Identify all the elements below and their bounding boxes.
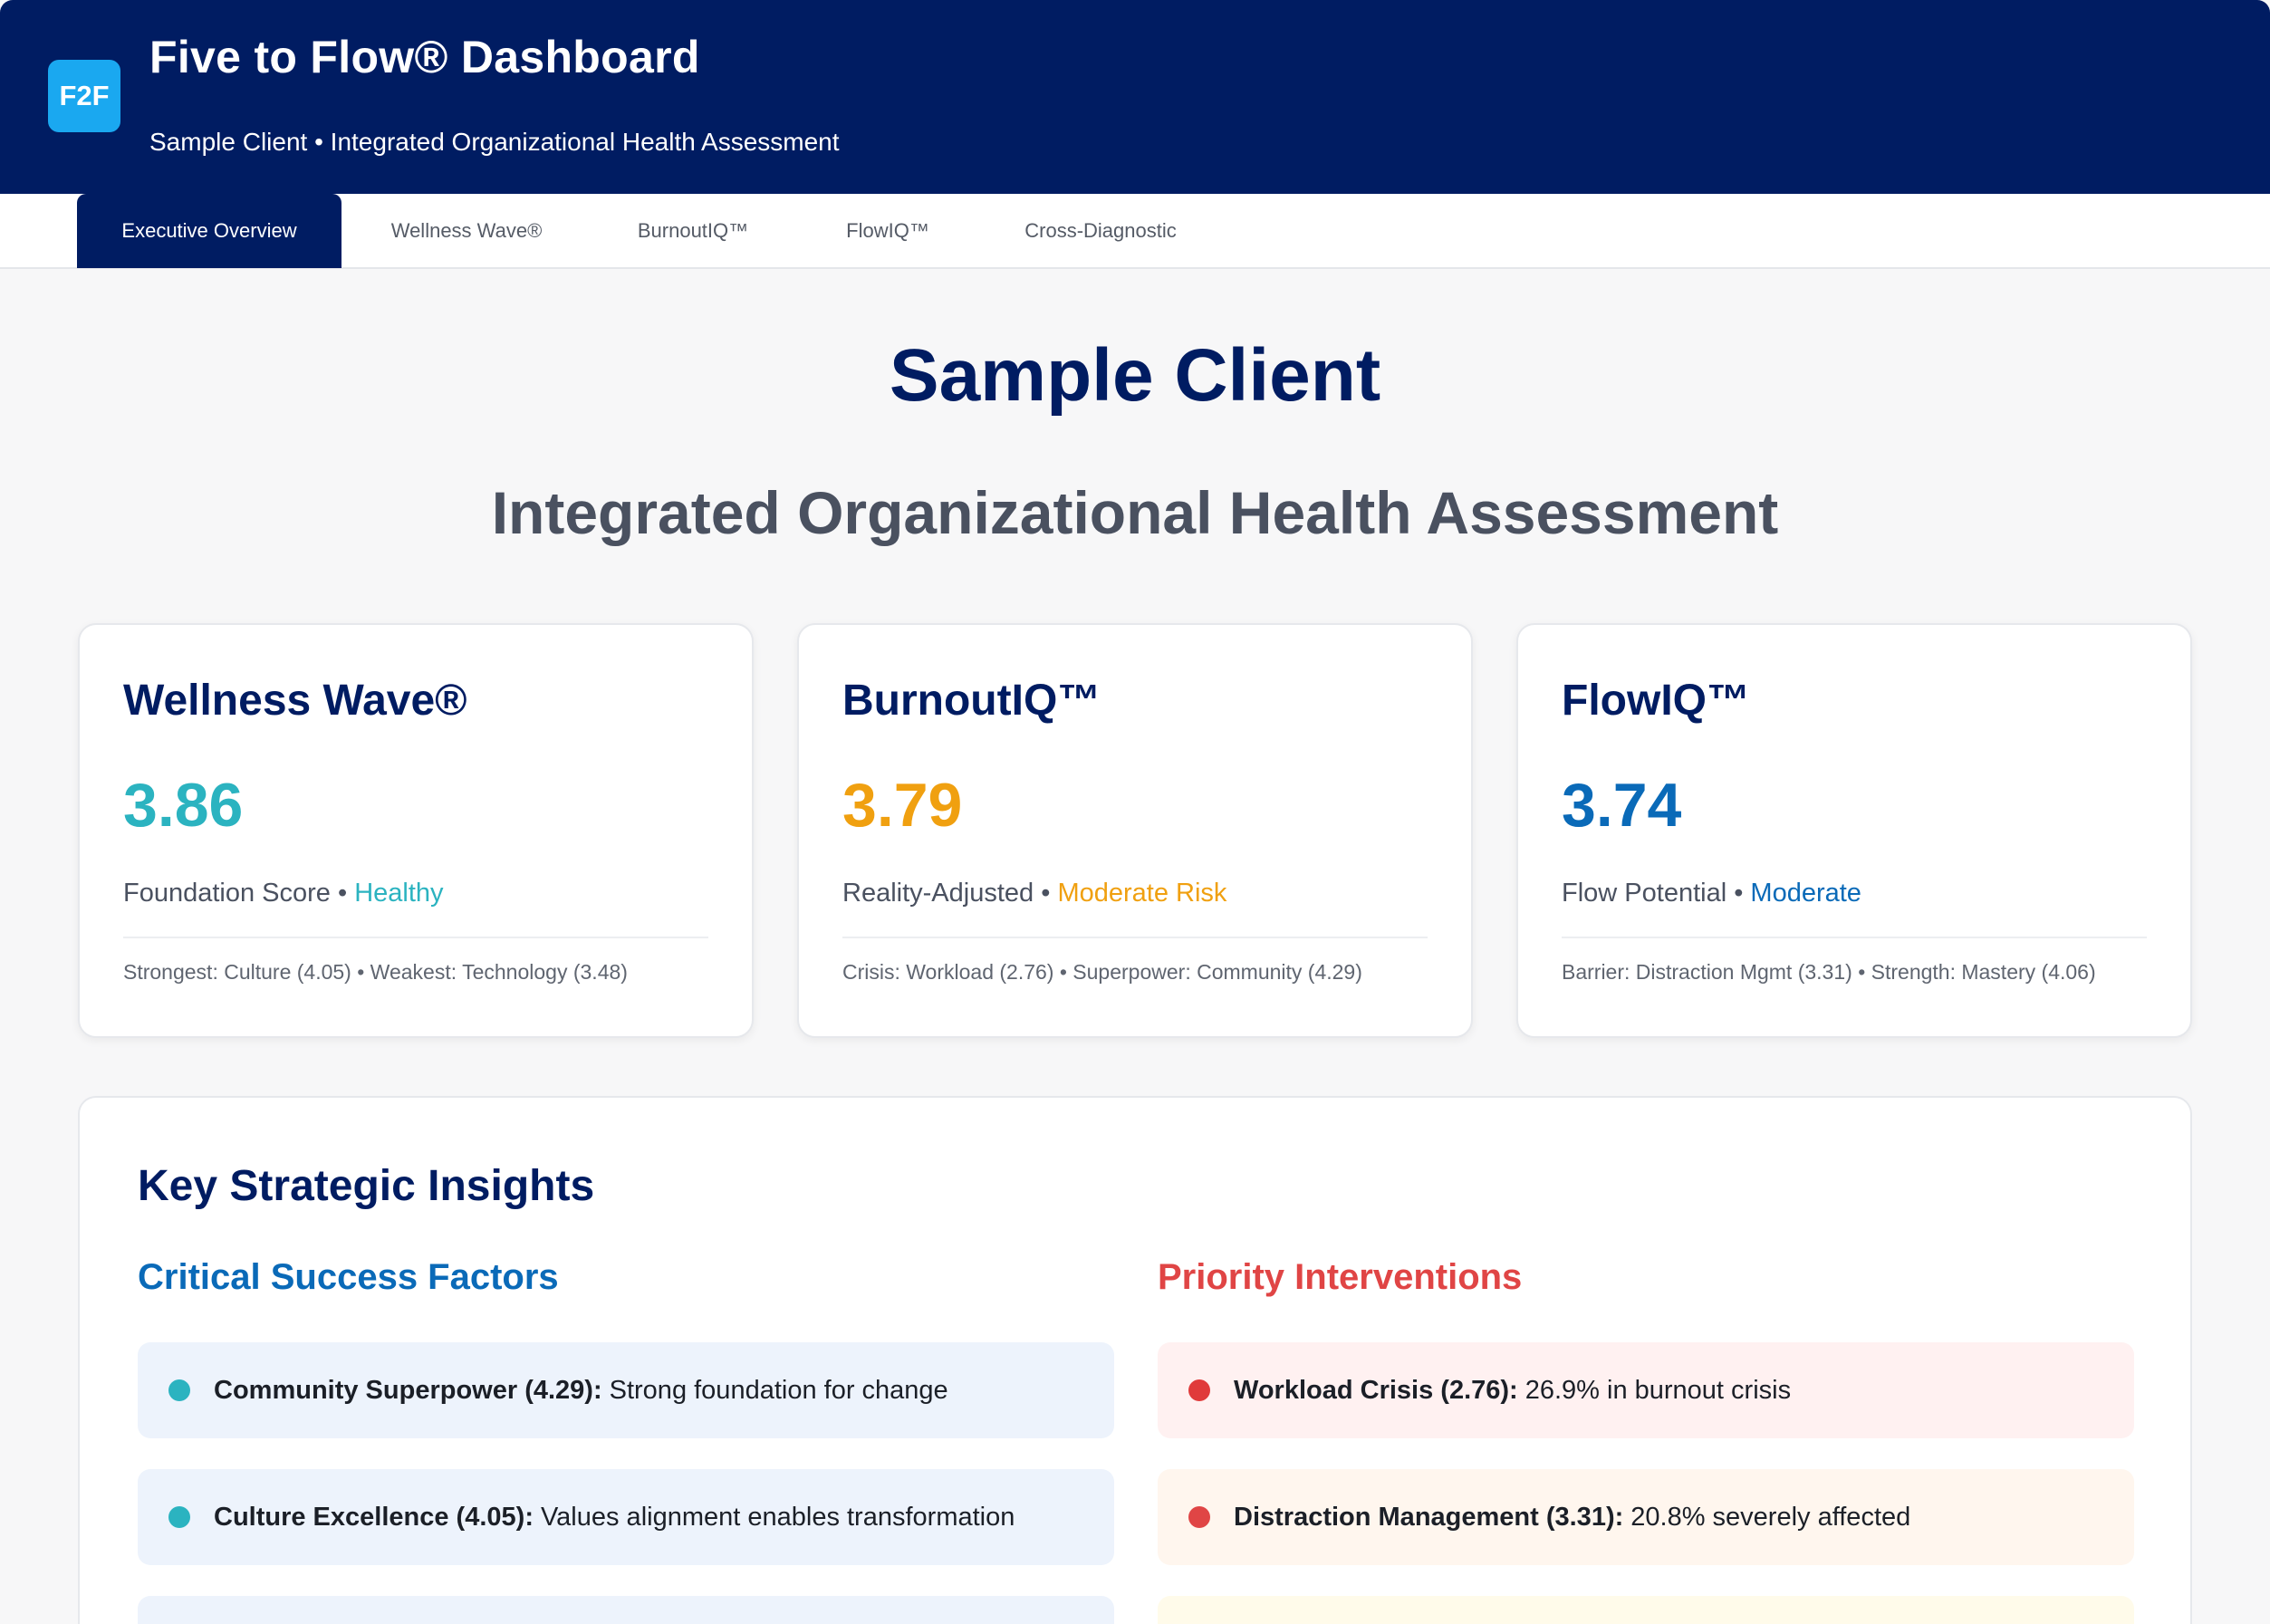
card-divider: [1562, 937, 2147, 938]
bullet-dot-icon: [1188, 1506, 1210, 1528]
tab-executive-overview[interactable]: Executive Overview: [77, 194, 341, 268]
status-value: Moderate Risk: [1057, 879, 1227, 908]
status-label: Flow Potential •: [1562, 879, 1744, 908]
tab-cross-diagnostic[interactable]: Cross-Diagnostic: [996, 194, 1205, 268]
app-subtitle: Sample Client • Integrated Organizationa…: [149, 128, 840, 156]
bullet-dot-icon: [168, 1506, 190, 1528]
assessment-title: Integrated Organizational Health Assessm…: [491, 479, 1779, 546]
insight-label: Workload Crisis (2.76):: [1234, 1375, 1518, 1405]
insight-label: Culture Excellence (4.05):: [214, 1502, 534, 1532]
card-status: Reality-Adjusted • Moderate Risk: [842, 879, 1226, 908]
card-divider: [123, 937, 708, 938]
insight-text: 26.9% in burnout crisis: [1525, 1375, 1792, 1405]
list-item: Distraction Management (3.31): 20.8% sev…: [1158, 1469, 2134, 1565]
burnoutiq-card: BurnoutIQ™ 3.79 Reality-Adjusted • Moder…: [797, 623, 1473, 1038]
dashboard-app: F2F Five to Flow® Dashboard Sample Clien…: [0, 0, 2270, 1624]
bullet-dot-icon: [168, 1379, 190, 1401]
f2f-logo: F2F: [48, 60, 120, 132]
app-title: Five to Flow® Dashboard: [149, 32, 700, 82]
flowiq-card: FlowIQ™ 3.74 Flow Potential • Moderate B…: [1516, 623, 2192, 1038]
insight-label: Distraction Management (3.31):: [1234, 1502, 1624, 1532]
card-status: Foundation Score • Healthy: [123, 879, 444, 908]
list-item: Workload Crisis (2.76): 26.9% in burnout…: [1158, 1342, 2134, 1438]
card-detail: Strongest: Culture (4.05) • Weakest: Tec…: [123, 960, 628, 984]
client-name: Sample Client: [889, 334, 1381, 417]
tab-flowiq[interactable]: FlowIQ™: [815, 194, 960, 268]
tab-burnoutiq[interactable]: BurnoutIQ™: [607, 194, 779, 268]
status-label: Reality-Adjusted •: [842, 879, 1051, 908]
insight-text: 20.8% severely affected: [1630, 1502, 1911, 1532]
tab-bar: Executive Overview Wellness Wave® Burnou…: [0, 194, 2270, 269]
bullet-dot-icon: [1188, 1379, 1210, 1401]
card-detail: Barrier: Distraction Mgmt (3.31) • Stren…: [1562, 960, 2096, 984]
success-factors-title: Critical Success Factors: [138, 1257, 559, 1297]
app-header: F2F Five to Flow® Dashboard Sample Clien…: [0, 0, 2270, 194]
insight-text: Strong foundation for change: [609, 1375, 948, 1405]
list-item: Culture Excellence (4.05): Values alignm…: [138, 1469, 1114, 1565]
card-score: 3.74: [1562, 771, 1682, 840]
card-score: 3.86: [123, 771, 244, 840]
wellness-wave-card: Wellness Wave® 3.86 Foundation Score • H…: [78, 623, 754, 1038]
list-item: [138, 1596, 1114, 1624]
insight-text: Values alignment enables transformation: [540, 1502, 1015, 1532]
priority-interventions-title: Priority Interventions: [1158, 1257, 1523, 1297]
card-title: BurnoutIQ™: [842, 677, 1101, 725]
status-value: Moderate: [1750, 879, 1861, 908]
card-divider: [842, 937, 1428, 938]
card-title: FlowIQ™: [1562, 677, 1750, 725]
tab-wellness-wave[interactable]: Wellness Wave®: [371, 194, 562, 268]
card-title: Wellness Wave®: [123, 677, 467, 725]
key-insights-panel: Key Strategic Insights Critical Success …: [78, 1096, 2192, 1624]
card-detail: Crisis: Workload (2.76) • Superpower: Co…: [842, 960, 1362, 984]
card-status: Flow Potential • Moderate: [1562, 879, 1861, 908]
insights-title: Key Strategic Insights: [138, 1162, 595, 1210]
list-item: [1158, 1596, 2134, 1624]
status-value: Healthy: [354, 879, 444, 908]
card-score: 3.79: [842, 771, 963, 840]
insight-label: Community Superpower (4.29):: [214, 1375, 602, 1405]
status-label: Foundation Score •: [123, 879, 348, 908]
list-item: Community Superpower (4.29): Strong foun…: [138, 1342, 1114, 1438]
